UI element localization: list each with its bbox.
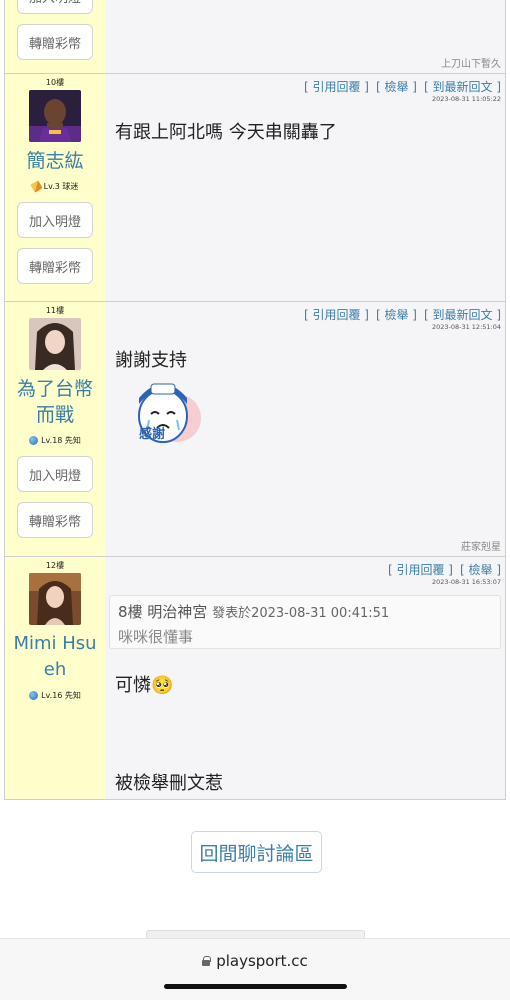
post-actions: [ 引用回覆 ][ 檢舉 ][ 到最新回文 ] — [303, 308, 501, 322]
add-light-button[interactable]: 加入明燈 — [17, 0, 93, 14]
post-actions: [ 引用回覆 ][ 檢舉 ][ 到最新回文 ] — [303, 80, 501, 94]
post-content: [ 引用回覆 ][ 檢舉 ] 2023-08-31 16:53:07 8樓 明治… — [105, 557, 505, 799]
username[interactable]: Mimi Hsueh — [5, 631, 105, 683]
level-text: Lv.16 先知 — [41, 690, 81, 700]
signature: 莊家剋星 — [461, 542, 501, 553]
post-user-column: 10樓 簡志紘 Lv.3 球迷 加入明燈 轉贈彩幣 — [5, 74, 105, 301]
post-user-column: 12樓 Mimi Hsueh Lv.16 先知 — [5, 557, 105, 799]
username[interactable]: 簡志紘 — [22, 148, 87, 174]
home-indicator[interactable] — [164, 984, 347, 989]
post-note: 被檢舉刪文惹 — [115, 773, 223, 794]
signature: 上刀山下暫久 — [441, 59, 501, 70]
level-text: Lv.18 先知 — [41, 435, 81, 445]
post-9-partial: 加入明燈 轉贈彩幣 上刀山下暫久 — [5, 0, 505, 73]
user-level: Lv.3 球迷 — [29, 179, 79, 193]
post-user-column: 11樓 為了台幣而戰 Lv.18 先知 加入明燈 轉贈彩幣 — [5, 302, 105, 556]
post-thread: 加入明燈 轉贈彩幣 上刀山下暫久 10樓 — [4, 0, 506, 800]
post-body: 謝謝支持 — [115, 350, 187, 371]
page: 加入明燈 轉贈彩幣 上刀山下暫久 10樓 — [0, 0, 510, 1000]
back-to-forum-button[interactable]: 回間聊討論區 — [191, 831, 322, 873]
user-level: Lv.18 先知 — [29, 434, 81, 446]
avatar[interactable] — [29, 90, 81, 142]
quote-reply-link[interactable]: 引用回覆 — [312, 80, 360, 94]
post-timestamp: 2023-08-31 12:51:04 — [431, 323, 501, 331]
avatar-image — [29, 318, 81, 370]
url-text: playsport.cc — [216, 952, 308, 970]
floor-number: 10樓 — [45, 78, 65, 87]
avatar-image — [29, 573, 81, 625]
floor-number: 12樓 — [45, 561, 65, 570]
post-content: [ 引用回覆 ][ 檢舉 ][ 到最新回文 ] 2023-08-31 12:51… — [105, 302, 505, 556]
lock-icon — [202, 956, 212, 966]
level-badge-icon — [29, 179, 43, 193]
post-actions: [ 引用回覆 ][ 檢舉 ] — [387, 563, 501, 577]
post-body: 可憐🥺 — [115, 675, 174, 696]
post-content: 上刀山下暫久 — [105, 0, 505, 73]
quote-header: 8樓 明治神宮 發表於2023-08-31 00:41:51 — [118, 601, 492, 622]
avatar-image — [29, 90, 81, 142]
thanks-sticker-icon: 感謝 — [138, 383, 201, 443]
add-light-button[interactable]: 加入明燈 — [17, 202, 93, 238]
quote-reply-link[interactable]: 引用回覆 — [396, 563, 444, 577]
level-badge-icon — [29, 435, 39, 445]
quote-meta: 發表於2023-08-31 00:41:51 — [212, 606, 390, 621]
quoted-post: 8樓 明治神宮 發表於2023-08-31 00:41:51 咪咪很懂事 — [109, 595, 501, 649]
report-link[interactable]: 檢舉 — [384, 308, 408, 322]
quote-author: 8樓 明治神宮 — [118, 603, 208, 621]
post-body: 有跟上阿北嗎 今天串關轟了 — [115, 122, 337, 143]
post-user-column: 加入明燈 轉贈彩幣 — [5, 0, 105, 73]
post-timestamp: 2023-08-31 11:05:22 — [431, 95, 501, 103]
level-text: Lv.3 球迷 — [43, 181, 79, 191]
latest-reply-link[interactable]: 到最新回文 — [432, 308, 492, 322]
gift-coins-button[interactable]: 轉贈彩幣 — [17, 248, 93, 284]
quote-reply-link[interactable]: 引用回覆 — [312, 308, 360, 322]
add-light-button[interactable]: 加入明燈 — [17, 456, 93, 492]
report-link[interactable]: 檢舉 — [468, 563, 492, 577]
level-badge-icon — [29, 690, 39, 700]
quote-text: 咪咪很懂事 — [118, 628, 194, 646]
post-11: 11樓 為了台幣而戰 Lv.18 先知 加入明燈 轉贈彩幣 [引用回覆] [… — [5, 301, 505, 556]
username[interactable]: 為了台幣而戰 — [5, 376, 105, 428]
post-12: 12樓 Mimi Hsueh Lv.16 先知 [引用回覆] [檢舉] … — [5, 556, 505, 799]
post-content: [ 引用回覆 ][ 檢舉 ][ 到最新回文 ] 2023-08-31 11:05… — [105, 74, 505, 301]
post-timestamp: 2023-08-31 16:53:07 — [431, 578, 501, 586]
gift-coins-button[interactable]: 轉贈彩幣 — [17, 24, 93, 60]
floor-number: 11樓 — [45, 306, 65, 315]
avatar[interactable] — [29, 318, 81, 370]
gift-coins-button[interactable]: 轉贈彩幣 — [17, 502, 93, 538]
user-level: Lv.16 先知 — [29, 689, 81, 701]
report-link[interactable]: 檢舉 — [384, 80, 408, 94]
latest-reply-link[interactable]: 到最新回文 — [432, 80, 492, 94]
sticker-text: 感謝 — [139, 426, 165, 442]
post-10: 10樓 簡志紘 Lv.3 球迷 加入明燈 轉贈彩幣 [引用回覆] [檢舉 … — [5, 73, 505, 301]
avatar[interactable] — [29, 573, 81, 625]
address-bar[interactable]: playsport.cc — [0, 952, 510, 970]
